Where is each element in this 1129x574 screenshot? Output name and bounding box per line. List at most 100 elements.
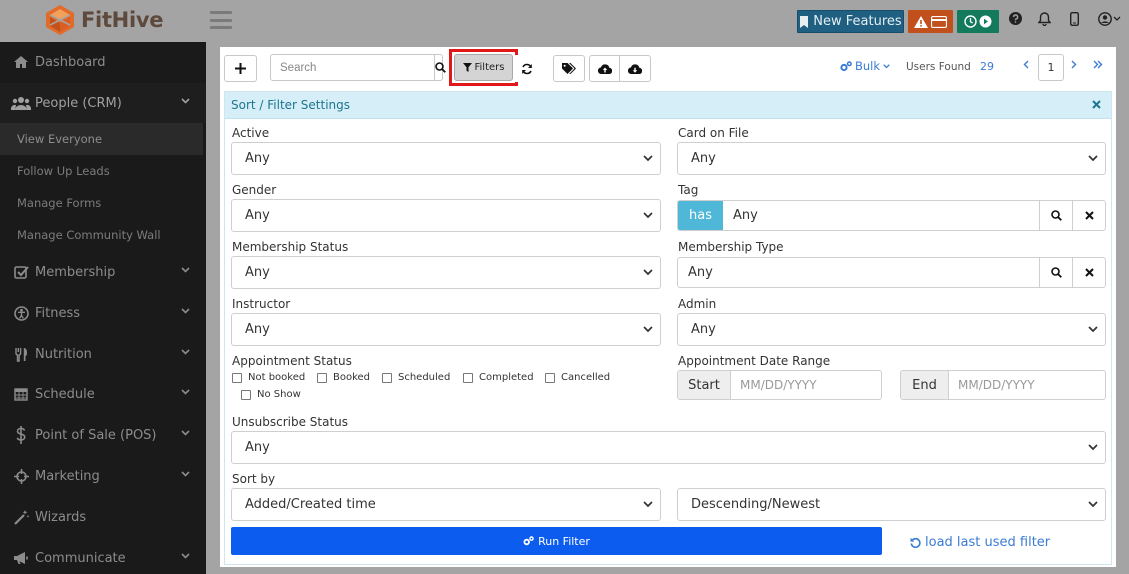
appointment-status-scheduled[interactable]: Scheduled xyxy=(382,372,450,383)
unsubscribe-status-select[interactable]: Any xyxy=(231,431,1106,464)
membership-type-search-button[interactable] xyxy=(1039,258,1072,287)
unsubscribe-status-label: Unsubscribe Status xyxy=(232,415,349,429)
search-input[interactable] xyxy=(271,55,434,80)
tag-has-toggle[interactable]: has xyxy=(678,201,723,230)
appointment-status-no-show[interactable]: No Show xyxy=(241,389,301,400)
close-icon[interactable] xyxy=(1092,100,1101,109)
appointment-status-booked[interactable]: Booked xyxy=(317,372,370,383)
cloud-upload-icon[interactable] xyxy=(590,56,621,81)
sort-field-select[interactable]: Added/Created time xyxy=(231,488,661,521)
unsubscribe-status-value: Any xyxy=(245,440,270,455)
play-icon xyxy=(979,15,992,28)
bulk-dropdown[interactable]: Bulk xyxy=(840,59,890,73)
search-button[interactable] xyxy=(434,55,446,80)
sidebar-item-schedule[interactable]: Schedule xyxy=(0,374,206,414)
sort-by-label: Sort by xyxy=(232,472,276,486)
logo[interactable]: FitHive xyxy=(44,4,163,36)
chevron-down-icon xyxy=(1088,326,1098,333)
megaphone-icon xyxy=(11,551,31,565)
tag-search-button[interactable] xyxy=(1039,201,1072,230)
instructor-select[interactable]: Any xyxy=(231,313,661,346)
active-select[interactable]: Any xyxy=(231,142,661,175)
admin-value: Any xyxy=(691,322,716,337)
gender-value: Any xyxy=(245,208,270,223)
dashboard-icon xyxy=(11,55,31,69)
gender-select[interactable]: Any xyxy=(231,199,661,232)
sidebar-item-marketing[interactable]: Marketing xyxy=(0,456,206,496)
sidebar-item-communicate[interactable]: Communicate xyxy=(0,538,206,574)
mobile-icon[interactable] xyxy=(1070,12,1079,26)
sidebar-subitem-manage-forms[interactable]: Manage Forms xyxy=(0,187,206,219)
tags-icon xyxy=(562,63,576,74)
timer-button[interactable] xyxy=(957,10,999,33)
sidebar-subitem-label: Manage Community Wall xyxy=(17,228,161,242)
load-last-used-filter-link[interactable]: load last used filter xyxy=(910,535,1050,550)
people-icon xyxy=(11,96,31,110)
tags-button[interactable] xyxy=(553,55,585,82)
tag-input[interactable]: Any xyxy=(723,201,1039,230)
sidebar-item-nutrition[interactable]: Nutrition xyxy=(0,334,206,374)
checkbox[interactable] xyxy=(545,372,555,383)
instructor-label: Instructor xyxy=(232,297,291,311)
sidebar-subitem-view-everyone[interactable]: View Everyone xyxy=(0,123,203,155)
sidebar-item-membership[interactable]: Membership xyxy=(0,252,206,292)
sidebar-subitem-manage-community-wall[interactable]: Manage Community Wall xyxy=(0,219,206,251)
filter-settings-header: Sort / Filter Settings xyxy=(225,92,1111,119)
checkbox[interactable] xyxy=(463,372,473,383)
cloud-download-icon[interactable] xyxy=(620,56,650,81)
new-features-button[interactable]: New Features xyxy=(797,10,904,33)
appointment-status-not-booked[interactable]: Not booked xyxy=(232,372,305,383)
user-icon[interactable] xyxy=(1098,12,1122,26)
membership-status-select[interactable]: Any xyxy=(231,256,661,289)
bell-icon[interactable] xyxy=(1038,12,1051,26)
search-icon xyxy=(1050,210,1062,221)
double-chevron-right-icon[interactable] xyxy=(1093,60,1103,69)
close-icon xyxy=(1084,268,1094,277)
add-user-button[interactable] xyxy=(224,55,257,82)
sidebar-item-people-crm[interactable]: People (CRM) xyxy=(0,83,206,123)
chevron-down-icon xyxy=(1088,444,1098,451)
sidebar-item-label: Fitness xyxy=(35,305,81,321)
start-date-input[interactable]: MM/DD/YYYY xyxy=(731,371,817,399)
sidebar-item-label: Nutrition xyxy=(35,346,92,362)
active-label: Active xyxy=(232,126,270,140)
sidebar-subitem-label: Follow Up Leads xyxy=(17,164,110,178)
sidebar-item-dashboard[interactable]: Dashboard xyxy=(0,42,206,82)
tag-clear-button[interactable] xyxy=(1072,201,1105,230)
load-last-label: load last used filter xyxy=(925,535,1051,550)
search-icon xyxy=(1050,267,1062,278)
chevron-right-icon[interactable] xyxy=(1071,60,1077,69)
run-filter-label: Run Filter xyxy=(538,534,590,548)
hamburger-icon[interactable] xyxy=(210,11,232,29)
sidebar-item-fitness[interactable]: Fitness xyxy=(0,293,206,333)
chevron-down-icon xyxy=(643,501,653,508)
membership-type-input[interactable]: Any xyxy=(678,258,1039,287)
sort-field-value: Added/Created time xyxy=(245,497,376,512)
checkbox[interactable] xyxy=(382,372,392,383)
active-value: Any xyxy=(245,151,270,166)
filters-button[interactable]: Filters xyxy=(454,54,513,81)
membership-type-clear-button[interactable] xyxy=(1072,258,1105,287)
sort-order-select[interactable]: Descending/Newest xyxy=(677,488,1106,521)
card-on-file-select[interactable]: Any xyxy=(677,142,1106,175)
admin-select[interactable]: Any xyxy=(677,313,1106,346)
run-filter-button[interactable]: Run Filter xyxy=(231,527,882,555)
help-icon[interactable] xyxy=(1009,12,1022,25)
sidebar-item-wizards[interactable]: Wizards xyxy=(0,497,206,537)
chevron-left-icon[interactable] xyxy=(1023,60,1029,69)
billing-alert-button[interactable] xyxy=(908,10,953,33)
page-number-input[interactable]: 1 xyxy=(1038,54,1064,81)
checkbox[interactable] xyxy=(232,372,242,383)
top-bar: FitHive New Features xyxy=(0,0,1129,42)
checkbox[interactable] xyxy=(317,372,327,383)
refresh-button[interactable] xyxy=(513,55,541,82)
checkbox[interactable] xyxy=(241,389,251,400)
appointment-status-completed[interactable]: Completed xyxy=(463,372,534,383)
bookmark-icon xyxy=(799,15,809,28)
end-date-input[interactable]: MM/DD/YYYY xyxy=(949,371,1035,399)
appointment-status-cancelled[interactable]: Cancelled xyxy=(545,372,610,383)
sidebar-item-point-of-sale[interactable]: Point of Sale (POS) xyxy=(0,415,206,455)
admin-label: Admin xyxy=(678,297,717,311)
credit-card-icon xyxy=(931,15,947,28)
sidebar-subitem-follow-up-leads[interactable]: Follow Up Leads xyxy=(0,155,206,187)
